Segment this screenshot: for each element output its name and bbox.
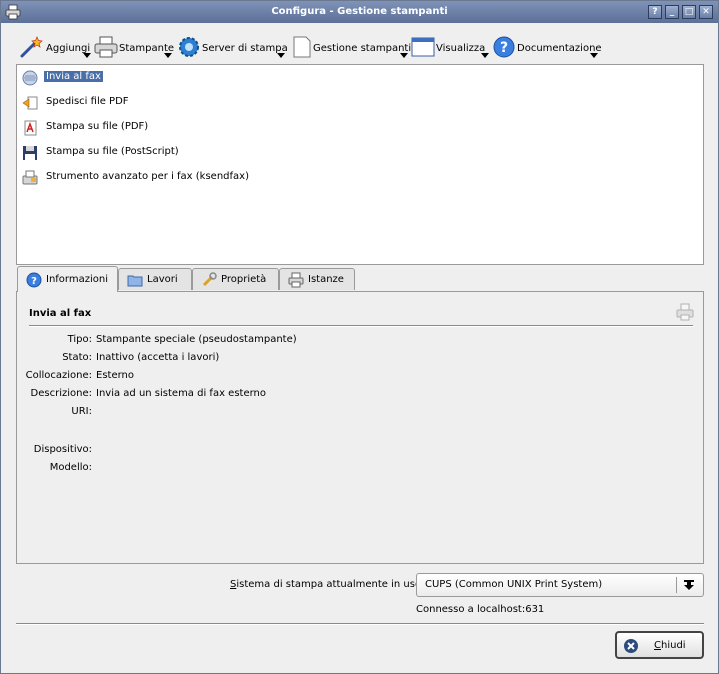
- close-button-label: Chiudi: [654, 640, 686, 651]
- pdf-mail-icon: [22, 96, 38, 110]
- close-button[interactable]: Chiudi: [615, 631, 704, 659]
- close-button-text: hiudi: [660, 640, 686, 651]
- chevron-down-icon[interactable]: [481, 53, 489, 58]
- minimize-button[interactable]: _: [665, 5, 679, 19]
- tab-informazioni[interactable]: ? Informazioni: [17, 266, 118, 292]
- select-divider: [676, 577, 677, 593]
- tab-istanze[interactable]: Istanze: [279, 268, 355, 290]
- printer-icon: [288, 272, 304, 288]
- dropdown-arrow-icon[interactable]: [681, 577, 697, 593]
- toolbar-manage-label: Gestione stampanti: [313, 43, 412, 54]
- title-bar[interactable]: Configura - Gestione stampanti ? _ □ ✕: [1, 1, 718, 23]
- svg-text:?: ?: [500, 40, 508, 56]
- tab-label: Lavori: [147, 274, 178, 285]
- chevron-down-icon[interactable]: [277, 53, 285, 58]
- printer-item-label: Spedisci file PDF: [46, 96, 129, 107]
- print-icon[interactable]: [676, 303, 694, 321]
- field-label: Descrizione:: [30, 388, 92, 399]
- chevron-down-icon[interactable]: [590, 53, 598, 58]
- field-value: Esterno: [96, 370, 134, 381]
- printer-icon: [94, 36, 118, 58]
- print-system-select[interactable]: CUPS (Common UNIX Print System): [416, 573, 704, 597]
- field-value: Stampante speciale (pseudostampante): [96, 334, 297, 345]
- chevron-down-icon[interactable]: [400, 53, 408, 58]
- gear-icon: [179, 37, 199, 57]
- print-system-label-text: istema di stampa attualmente in uso:: [236, 579, 425, 590]
- chevron-down-icon[interactable]: [164, 53, 172, 58]
- chevron-down-icon[interactable]: [83, 53, 91, 58]
- toolbar-view-label: Visualizza: [436, 43, 486, 54]
- field-dispositivo: Dispositivo:: [17, 444, 705, 458]
- bottom-divider: [16, 623, 704, 625]
- svg-text:?: ?: [31, 276, 37, 287]
- print-system-label: Sistema di stampa attualmente in uso:: [230, 579, 424, 590]
- window-title: Configura - Gestione stampanti: [271, 6, 448, 17]
- field-value: Invia ad un sistema di fax esterno: [96, 388, 266, 399]
- close-window-button[interactable]: ✕: [699, 5, 713, 19]
- connection-status: Connesso a localhost:631: [416, 604, 545, 615]
- floppy-icon: [23, 146, 37, 160]
- printer-item-label: Stampa su file (PDF): [46, 121, 149, 132]
- fax-tool-icon: [22, 170, 38, 185]
- main-window: Configura - Gestione stampanti ? _ □ ✕ A…: [0, 0, 719, 674]
- printer-name-title: Invia al fax: [29, 308, 92, 319]
- field-label: Stato:: [62, 352, 92, 363]
- field-label: Modello:: [49, 462, 92, 473]
- document-icon: [293, 36, 311, 58]
- title-divider: [29, 325, 693, 327]
- close-button-mnemonic: C: [654, 640, 661, 651]
- wrench-icon: [202, 272, 217, 287]
- field-label: Tipo:: [67, 334, 92, 345]
- info-icon: ?: [26, 272, 42, 288]
- field-tipo: Tipo: Stampante speciale (pseudostampant…: [17, 334, 705, 348]
- toolbar-server-label: Server di stampa: [202, 43, 288, 54]
- field-uri: URI:: [17, 406, 705, 420]
- tab-lavori[interactable]: Lavori: [118, 268, 192, 290]
- field-value: Inattivo (accetta i lavori): [96, 352, 220, 363]
- field-label: Dispositivo:: [33, 444, 92, 455]
- info-panel: Invia al fax Tipo: Stampante speciale (p…: [16, 291, 704, 564]
- folder-icon: [127, 275, 143, 287]
- tab-label: Informazioni: [46, 274, 108, 285]
- window-icon: [411, 37, 435, 57]
- printer-item-label: Stampa su file (PostScript): [46, 146, 179, 157]
- printer-item-label: Strumento avanzato per i fax (ksendfax): [46, 171, 249, 182]
- field-label: Collocazione:: [25, 370, 92, 381]
- close-icon: [624, 639, 638, 653]
- print-system-value: CUPS (Common UNIX Print System): [425, 579, 603, 590]
- tab-label: Proprietà: [221, 274, 267, 285]
- tab-label: Istanze: [308, 274, 344, 285]
- field-modello: Modello:: [17, 462, 705, 476]
- toolbar-docs-label: Documentazione: [517, 43, 602, 54]
- wand-icon: [20, 36, 43, 58]
- printer-item-label: Invia al fax: [44, 71, 103, 82]
- maximize-button[interactable]: □: [682, 5, 696, 19]
- help-icon: ?: [493, 36, 515, 58]
- field-collocazione: Collocazione: Esterno: [17, 370, 705, 384]
- field-descrizione: Descrizione: Invia ad un sistema di fax …: [17, 388, 705, 402]
- help-button[interactable]: ?: [648, 5, 662, 19]
- field-label: URI:: [71, 406, 92, 417]
- fax-icon: [22, 70, 38, 86]
- printer-list[interactable]: Invia al fax Spedisci file PDF Stampa su…: [16, 64, 704, 265]
- tab-proprieta[interactable]: Proprietà: [192, 268, 279, 290]
- field-stato: Stato: Inattivo (accetta i lavori): [17, 352, 705, 366]
- pdf-icon: [24, 120, 37, 136]
